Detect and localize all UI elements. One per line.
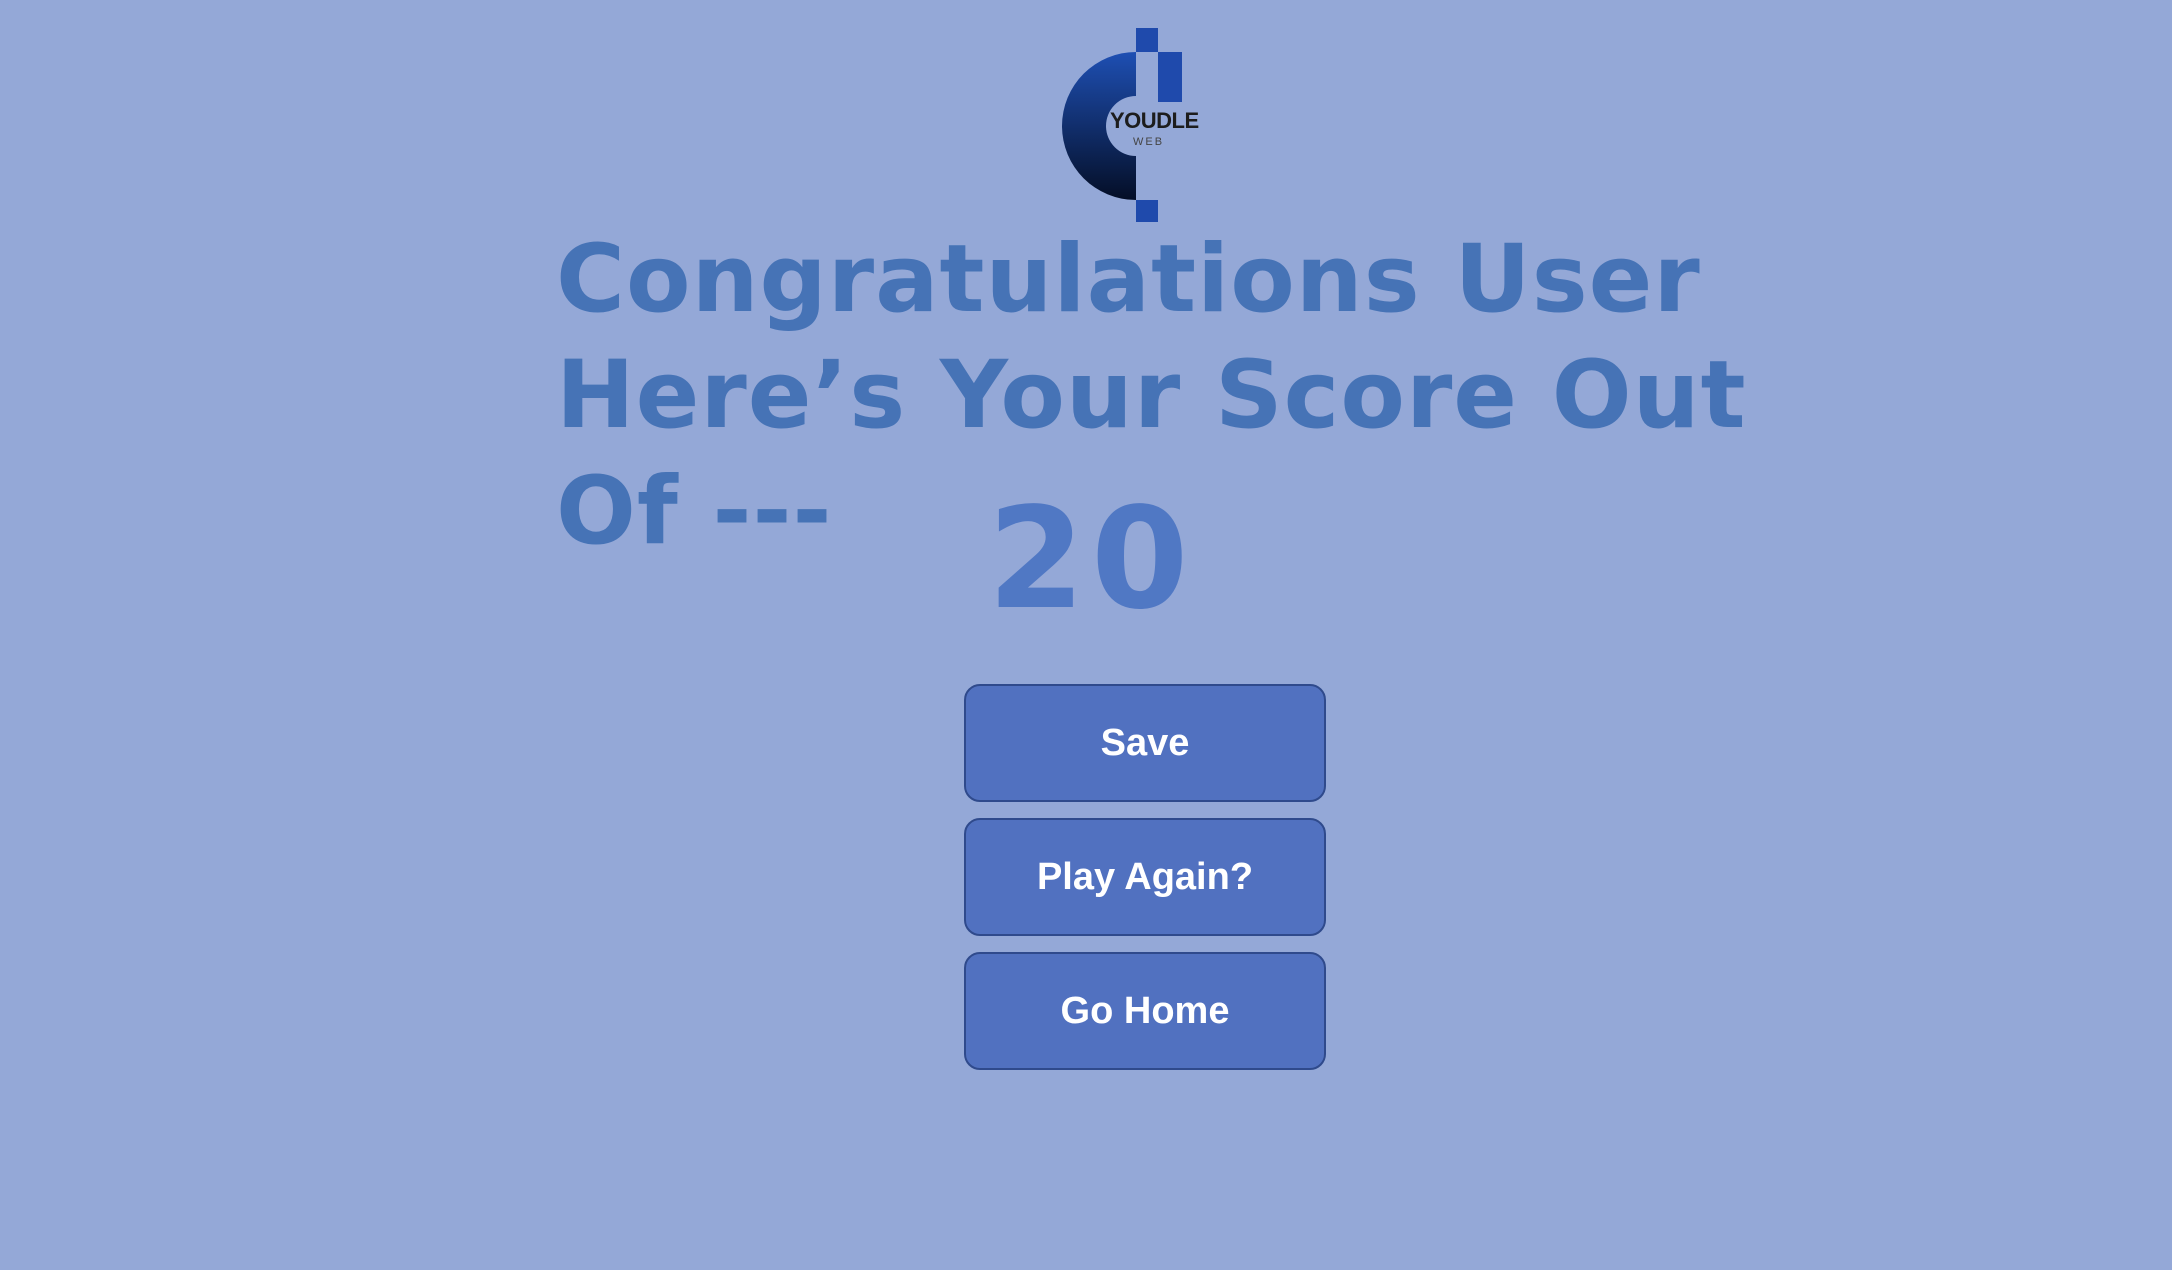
logo-text: YOUDLE (1110, 108, 1199, 133)
save-button[interactable]: Save (964, 684, 1326, 802)
score-value: 20 (987, 478, 1195, 641)
play-again-button[interactable]: Play Again? (964, 818, 1326, 936)
logo-subtext: WEB (1133, 136, 1165, 148)
go-home-button[interactable]: Go Home (964, 952, 1326, 1070)
